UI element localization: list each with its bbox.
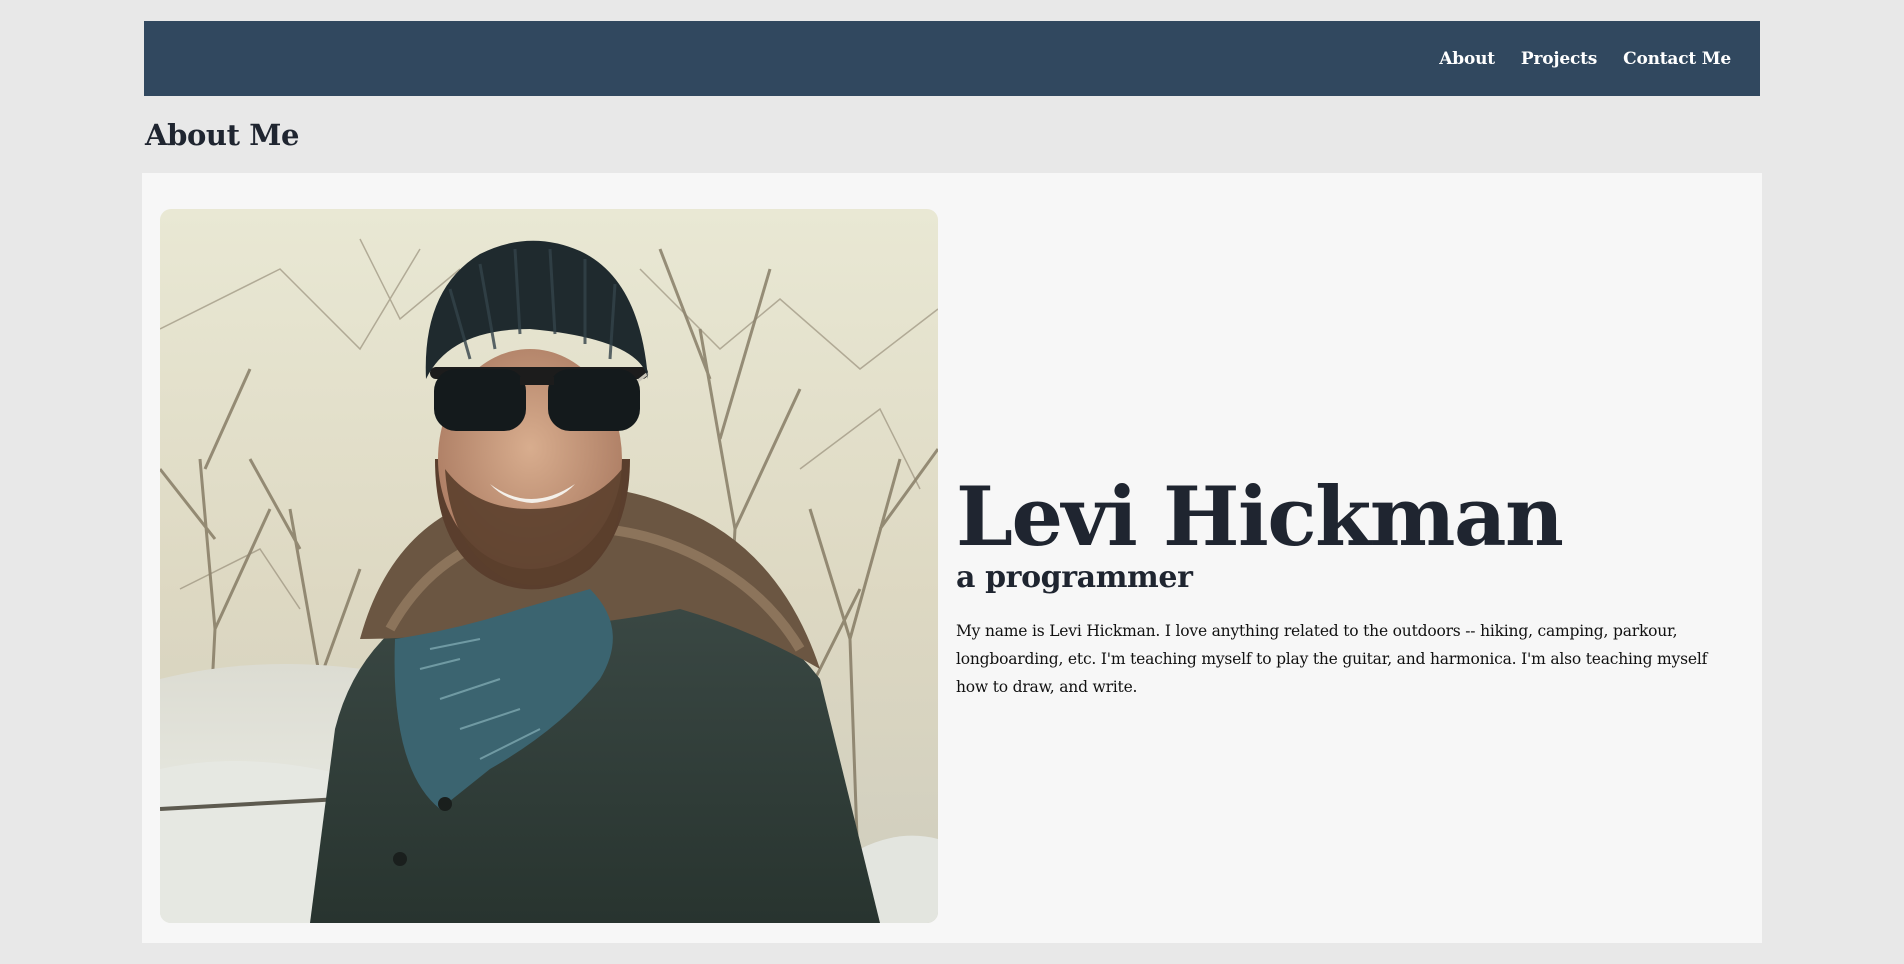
about-card: Levi Hickman a programmer My name is Lev… (142, 173, 1762, 943)
profile-role: a programmer (956, 560, 1193, 595)
top-navbar: About Projects Contact Me (144, 21, 1760, 96)
nav-link-projects[interactable]: Projects (1521, 49, 1597, 69)
profile-photo (160, 209, 938, 923)
portrait-photo-illustration (160, 209, 938, 923)
nav-links: About Projects Contact Me (1439, 21, 1731, 96)
bio-block: Levi Hickman a programmer My name is Lev… (956, 473, 1736, 701)
nav-link-about[interactable]: About (1439, 49, 1495, 69)
profile-bio: My name is Levi Hickman. I love anything… (956, 622, 1708, 696)
nav-link-contact-me[interactable]: Contact Me (1623, 49, 1731, 69)
profile-name: Levi Hickman (956, 470, 1564, 565)
section-title-about-me: About Me (145, 118, 300, 152)
